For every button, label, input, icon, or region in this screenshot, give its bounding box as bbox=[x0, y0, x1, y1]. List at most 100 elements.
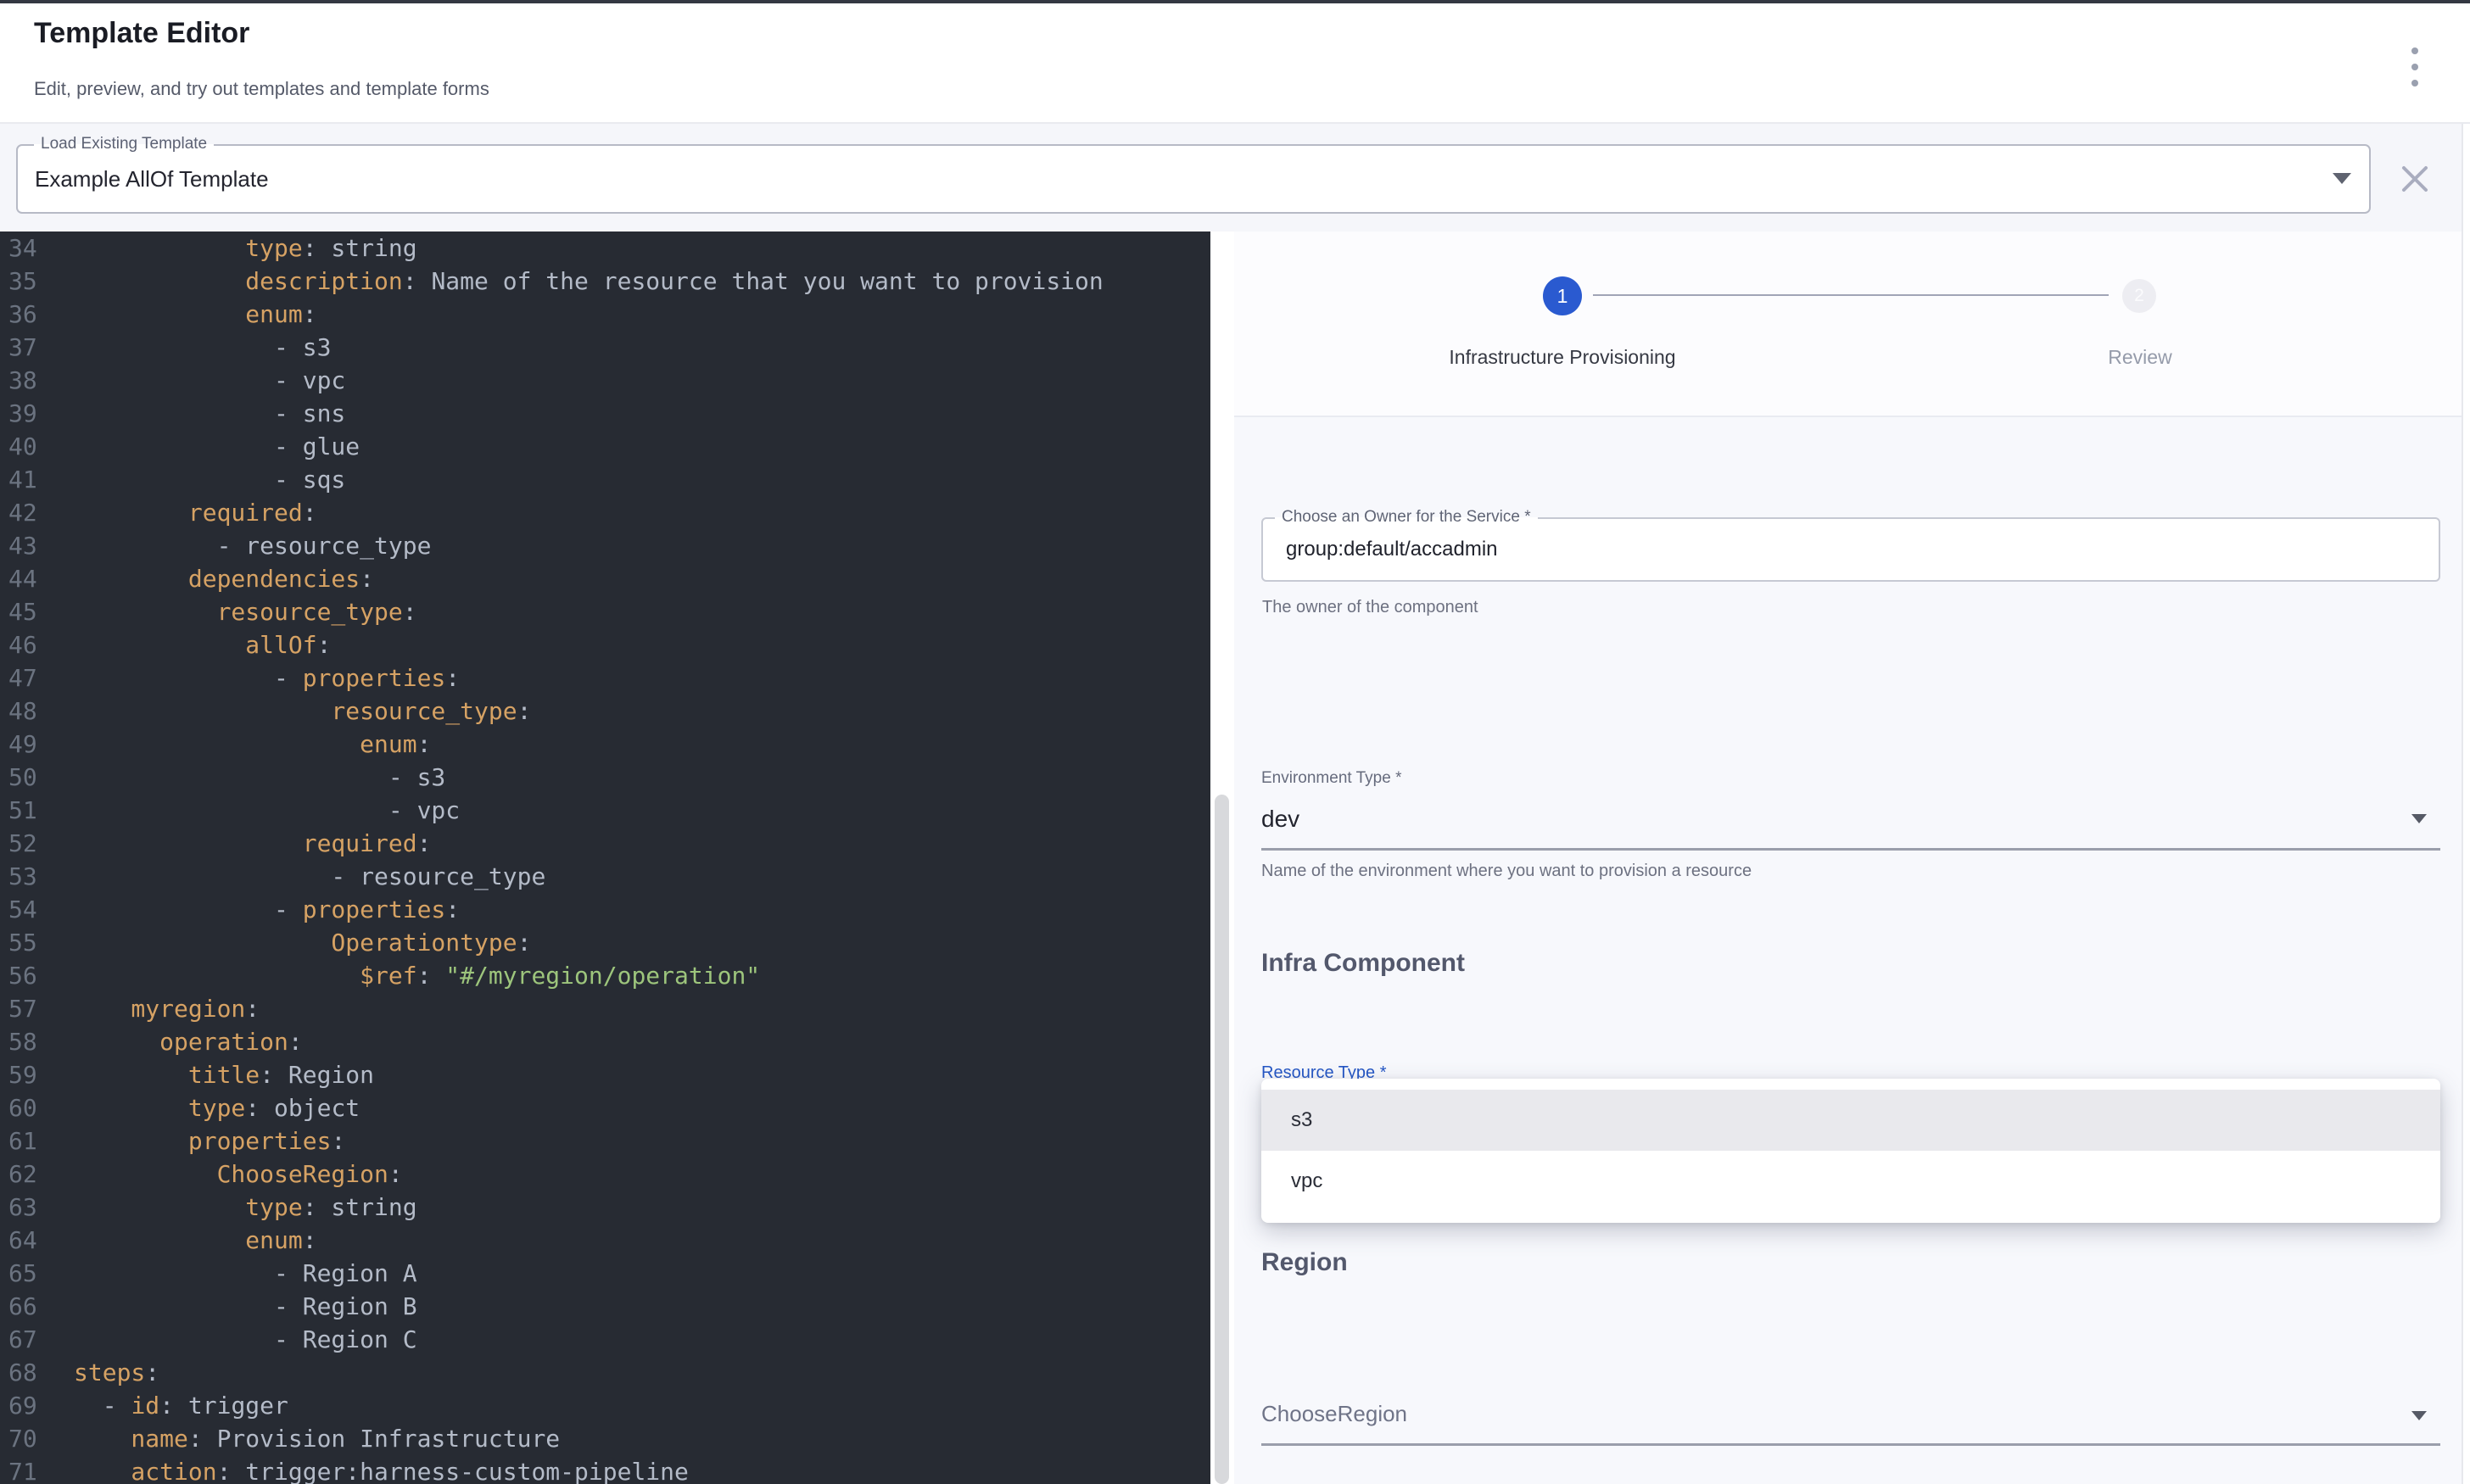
environment-helper-text: Name of the environment where you want t… bbox=[1261, 862, 1752, 881]
line-number: 63 bbox=[0, 1191, 74, 1224]
resource-type-option-s3[interactable]: s3 bbox=[1261, 1090, 2440, 1151]
code-line: 42 required: bbox=[0, 496, 1210, 529]
code-line: 37 - s3 bbox=[0, 331, 1210, 364]
line-number: 47 bbox=[0, 661, 74, 695]
code-line: 71 action: trigger:harness-custom-pipeli… bbox=[0, 1455, 1210, 1484]
step-1-label: Infrastructure Provisioning bbox=[1393, 346, 1732, 369]
template-loader-section: Load Existing Template Example AllOf Tem… bbox=[0, 124, 2470, 232]
line-number: 71 bbox=[0, 1455, 74, 1484]
code-line: 39 - sns bbox=[0, 397, 1210, 430]
code-line: 70 name: Provision Infrastructure bbox=[0, 1422, 1210, 1455]
yaml-code-editor[interactable]: 34 type: string35 description: Name of t… bbox=[0, 232, 1210, 1484]
line-number: 58 bbox=[0, 1025, 74, 1058]
code-line: 51 - vpc bbox=[0, 794, 1210, 827]
code-line: 40 - glue bbox=[0, 430, 1210, 463]
page-header: Template Editor Edit, preview, and try o… bbox=[0, 3, 2470, 124]
line-number: 62 bbox=[0, 1158, 74, 1191]
code-line: 47 - properties: bbox=[0, 661, 1210, 695]
code-line: 53 - resource_type bbox=[0, 860, 1210, 893]
code-line: 59 title: Region bbox=[0, 1058, 1210, 1091]
line-number: 55 bbox=[0, 926, 74, 959]
line-number: 49 bbox=[0, 728, 74, 761]
line-number: 36 bbox=[0, 298, 74, 331]
code-line: 36 enum: bbox=[0, 298, 1210, 331]
line-number: 43 bbox=[0, 529, 74, 562]
environment-type-label: Environment Type * bbox=[1261, 769, 1401, 788]
code-line: 63 type: string bbox=[0, 1191, 1210, 1224]
code-line: 56 $ref: "#/myregion/operation" bbox=[0, 959, 1210, 992]
line-number: 42 bbox=[0, 496, 74, 529]
editor-scrollbar-thumb[interactable] bbox=[1215, 795, 1229, 1484]
code-line: 43 - resource_type bbox=[0, 529, 1210, 562]
line-number: 69 bbox=[0, 1389, 74, 1422]
code-line: 35 description: Name of the resource tha… bbox=[0, 265, 1210, 298]
more-options-icon[interactable] bbox=[2406, 47, 2424, 86]
line-number: 60 bbox=[0, 1091, 74, 1124]
code-line: 54 - properties: bbox=[0, 893, 1210, 926]
code-line: 41 - sqs bbox=[0, 463, 1210, 496]
line-number: 51 bbox=[0, 794, 74, 827]
line-number: 46 bbox=[0, 628, 74, 661]
line-number: 38 bbox=[0, 364, 74, 397]
chevron-down-icon bbox=[2411, 1411, 2427, 1420]
code-line: 57 myregion: bbox=[0, 992, 1210, 1025]
code-line: 69 - id: trigger bbox=[0, 1389, 1210, 1422]
code-line: 58 operation: bbox=[0, 1025, 1210, 1058]
line-number: 54 bbox=[0, 893, 74, 926]
line-number: 64 bbox=[0, 1224, 74, 1257]
step-2-indicator[interactable]: 2 bbox=[2122, 279, 2156, 313]
template-form-panel bbox=[1234, 232, 2462, 1484]
line-number: 65 bbox=[0, 1257, 74, 1290]
line-number: 66 bbox=[0, 1290, 74, 1323]
line-number: 57 bbox=[0, 992, 74, 1025]
code-line: 50 - s3 bbox=[0, 761, 1210, 794]
code-line: 49 enum: bbox=[0, 728, 1210, 761]
owner-helper-text: The owner of the component bbox=[1262, 598, 1478, 617]
close-icon[interactable] bbox=[2400, 165, 2429, 193]
code-line: 34 type: string bbox=[0, 232, 1210, 265]
resource-type-menu: s3vpc bbox=[1261, 1079, 2440, 1223]
line-number: 59 bbox=[0, 1058, 74, 1091]
code-line: 60 type: object bbox=[0, 1091, 1210, 1124]
line-number: 50 bbox=[0, 761, 74, 794]
line-number: 35 bbox=[0, 265, 74, 298]
code-line: 64 enum: bbox=[0, 1224, 1210, 1257]
line-number: 70 bbox=[0, 1422, 74, 1455]
chevron-down-icon bbox=[2411, 814, 2427, 823]
load-template-select[interactable] bbox=[16, 144, 2371, 214]
line-number: 45 bbox=[0, 595, 74, 628]
load-template-label: Load Existing Template bbox=[34, 134, 214, 154]
environment-type-select[interactable]: dev bbox=[1261, 806, 1299, 833]
template-editor-page: Template Editor Edit, preview, and try o… bbox=[0, 0, 2470, 1484]
resource-type-option-vpc[interactable]: vpc bbox=[1261, 1151, 2440, 1212]
window-scrollbar-track[interactable] bbox=[2462, 124, 2470, 1484]
line-number: 39 bbox=[0, 397, 74, 430]
stepper-connector bbox=[1593, 294, 2109, 296]
code-line: 38 - vpc bbox=[0, 364, 1210, 397]
line-number: 67 bbox=[0, 1323, 74, 1356]
page-subtitle: Edit, preview, and try out templates and… bbox=[34, 78, 489, 100]
code-line: 46 allOf: bbox=[0, 628, 1210, 661]
line-number: 41 bbox=[0, 463, 74, 496]
owner-label: Choose an Owner for the Service * bbox=[1275, 507, 1538, 527]
chevron-down-icon[interactable] bbox=[2333, 173, 2351, 184]
line-number: 40 bbox=[0, 430, 74, 463]
code-line: 45 resource_type: bbox=[0, 595, 1210, 628]
region-heading: Region bbox=[1261, 1248, 1348, 1277]
step-1-indicator[interactable]: 1 bbox=[1543, 276, 1582, 315]
code-line: 52 required: bbox=[0, 827, 1210, 860]
code-line: 48 resource_type: bbox=[0, 695, 1210, 728]
line-number: 56 bbox=[0, 959, 74, 992]
choose-region-select[interactable]: ChooseRegion bbox=[1261, 1401, 1407, 1427]
owner-value: group:default/accadmin bbox=[1286, 538, 1498, 561]
line-number: 44 bbox=[0, 562, 74, 595]
code-line: 62 ChooseRegion: bbox=[0, 1158, 1210, 1191]
code-line: 67 - Region C bbox=[0, 1323, 1210, 1356]
line-number: 37 bbox=[0, 331, 74, 364]
page-title: Template Editor bbox=[34, 17, 249, 50]
code-line: 68steps: bbox=[0, 1356, 1210, 1389]
line-number: 48 bbox=[0, 695, 74, 728]
line-number: 52 bbox=[0, 827, 74, 860]
code-line: 61 properties: bbox=[0, 1124, 1210, 1158]
stepper bbox=[1234, 232, 2462, 417]
